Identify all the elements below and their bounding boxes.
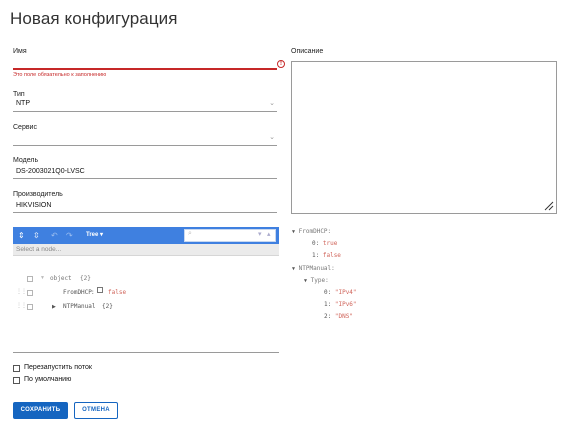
json-editor: ⇕ ⇳ ↶ ↷ Tree ▾ ⌕ ▾ ▴ Select a node... ▼ … xyxy=(13,227,279,353)
preview-index: 0: xyxy=(324,289,332,296)
type-select[interactable]: NTP ⌄ xyxy=(13,99,277,111)
tree-colon: : xyxy=(91,289,95,296)
preview-index: 0: xyxy=(312,240,320,247)
json-navigation-bar[interactable]: Select a node... xyxy=(13,244,279,256)
model-value: DS-2003021Q0-LVSC xyxy=(16,168,85,175)
undo-icon[interactable]: ↶ xyxy=(51,227,58,244)
mode-dropdown[interactable]: Tree ▾ xyxy=(86,227,103,244)
tree-row-fromdhcp[interactable]: ⋮⋮ FromDHCP : false xyxy=(13,287,279,299)
description-label: Описание xyxy=(291,48,324,55)
preview-index: 1: xyxy=(324,301,332,308)
drag-handle-icon[interactable]: ⋮⋮ xyxy=(16,288,27,295)
context-menu-button[interactable] xyxy=(27,276,33,282)
collapse-all-icon[interactable]: ⇳ xyxy=(33,227,40,244)
preview-value: "DNS" xyxy=(334,313,353,320)
drag-handle-icon[interactable]: ⋮⋮ xyxy=(16,302,27,309)
preview-value: true xyxy=(322,240,338,247)
tree-key-ntpmanual: NTPManual xyxy=(63,303,96,310)
type-underline xyxy=(13,111,277,112)
resize-handle-icon[interactable] xyxy=(544,201,554,211)
chevron-down-icon: ⌄ xyxy=(269,134,275,141)
error-icon: ! xyxy=(277,60,285,68)
caret-down-icon[interactable]: ▼ xyxy=(292,266,295,272)
tree-value-fromdhcp[interactable]: false xyxy=(108,289,126,296)
preview-key-type: Type: xyxy=(310,277,329,284)
save-button[interactable]: СОХРАНИТЬ xyxy=(13,402,68,419)
model-input[interactable]: DS-2003021Q0-LVSC xyxy=(13,166,277,178)
manufacturer-underline xyxy=(13,212,277,213)
type-value: NTP xyxy=(16,100,30,107)
model-label: Модель xyxy=(13,157,39,164)
service-label: Сервис xyxy=(13,124,37,131)
preview-index: 1: xyxy=(312,252,320,259)
context-menu-button[interactable] xyxy=(27,304,33,310)
expand-all-icon[interactable]: ⇕ xyxy=(18,227,25,244)
preview-value: "IPv4" xyxy=(334,289,357,296)
name-error-text: Это поле обязательно к заполнению xyxy=(13,72,107,78)
cancel-button[interactable]: ОТМЕНА xyxy=(74,402,118,419)
manufacturer-label: Производитель xyxy=(13,191,63,198)
tree-root-count: {2} xyxy=(80,275,91,282)
preview-key-fromdhcp: FromDHCP: xyxy=(298,228,332,235)
tree-count-ntpmanual: {2} xyxy=(102,303,113,310)
value-checkbox[interactable] xyxy=(97,287,103,293)
restart-flow-checkbox[interactable] xyxy=(13,365,20,372)
caret-down-icon[interactable]: ▼ xyxy=(292,229,295,235)
tree-row-ntpmanual[interactable]: ⋮⋮ ▶ NTPManual {2} xyxy=(13,301,279,313)
model-underline xyxy=(13,178,277,179)
preview-value: "IPv6" xyxy=(334,301,357,308)
service-select[interactable]: ⌄ xyxy=(13,133,277,145)
manufacturer-input[interactable]: HIKVISION xyxy=(13,200,277,212)
preview-value: false xyxy=(322,252,341,259)
expand-arrow-icon[interactable]: ▶ xyxy=(52,304,56,310)
restart-flow-label: Перезапустить поток xyxy=(24,364,92,371)
default-checkbox[interactable] xyxy=(13,377,20,384)
search-previous-icon[interactable]: ▴ xyxy=(267,230,271,238)
name-label: Имя xyxy=(13,48,27,55)
tree-key-fromdhcp: FromDHCP xyxy=(63,289,92,296)
caret-down-icon[interactable]: ▼ xyxy=(304,278,307,284)
search-next-icon[interactable]: ▾ xyxy=(258,230,262,238)
json-editor-toolbar: ⇕ ⇳ ↶ ↷ Tree ▾ ⌕ ▾ ▴ xyxy=(13,227,279,244)
description-textarea[interactable] xyxy=(291,61,557,214)
json-search-box[interactable]: ⌕ ▾ ▴ xyxy=(184,229,276,242)
preview-index: 2: xyxy=(324,313,332,320)
context-menu-button[interactable] xyxy=(27,290,33,296)
type-label: Тип xyxy=(13,91,25,98)
manufacturer-value: HIKVISION xyxy=(16,202,52,209)
tree-row-root[interactable]: ▼ object {2} xyxy=(13,273,279,285)
tree-root-key: object xyxy=(50,275,72,282)
service-underline xyxy=(13,145,277,146)
default-label: По умолчанию xyxy=(24,376,72,383)
page-title: Новая конфигурация xyxy=(10,9,178,28)
preview-key-ntpmanual: NTPManual: xyxy=(298,265,335,272)
name-underline xyxy=(13,68,277,70)
redo-icon[interactable]: ↷ xyxy=(66,227,73,244)
search-icon: ⌕ xyxy=(188,230,192,237)
chevron-down-icon: ⌄ xyxy=(269,100,275,107)
collapse-arrow-icon[interactable]: ▼ xyxy=(40,275,45,281)
